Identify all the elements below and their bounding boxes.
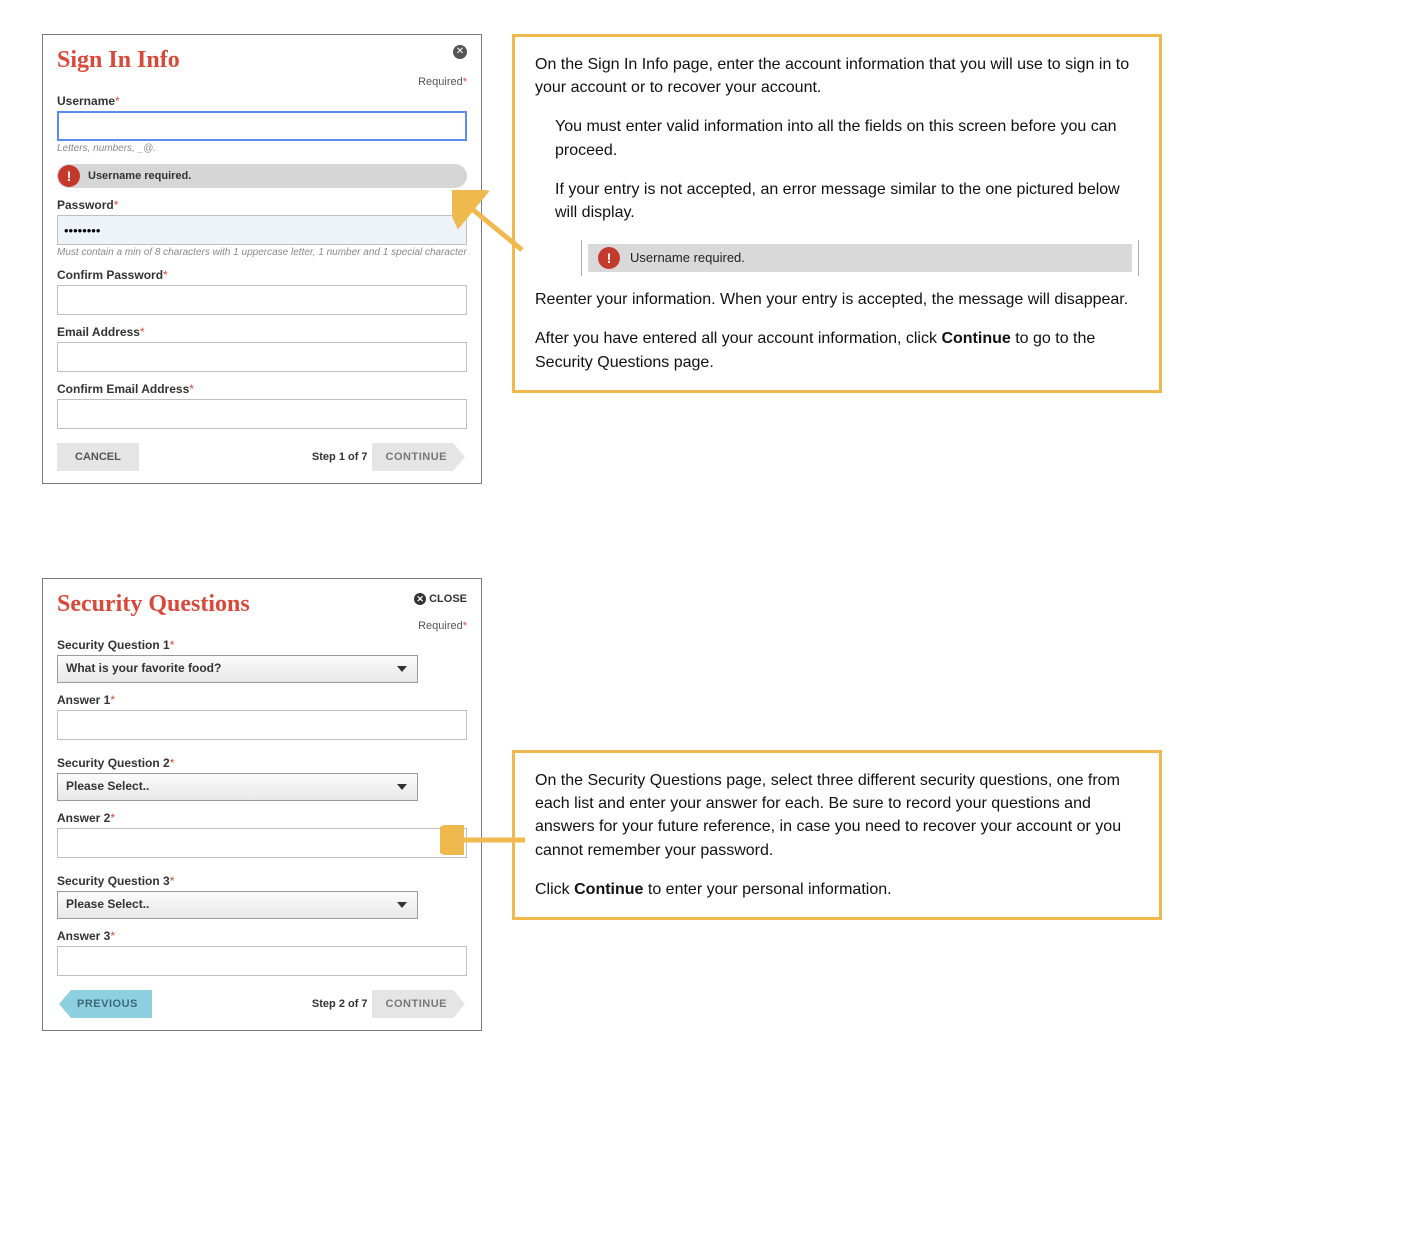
q1-label: Security Question 1* bbox=[57, 638, 467, 652]
q3-selected-text: Please Select.. bbox=[66, 897, 149, 911]
username-input[interactable] bbox=[57, 111, 467, 141]
a1-input[interactable] bbox=[57, 710, 467, 740]
email-input[interactable] bbox=[57, 342, 467, 372]
step-indicator-sq: Step 2 of 7 bbox=[312, 998, 368, 1010]
callout2-p2: Click Continue to enter your personal in… bbox=[535, 878, 1139, 901]
a2-label: Answer 2* bbox=[57, 811, 467, 825]
continue-button-sq[interactable]: CONTINUE bbox=[372, 990, 453, 1018]
a3-input[interactable] bbox=[57, 946, 467, 976]
security-questions-panel: ✕CLOSE Security Questions Required* Secu… bbox=[42, 578, 482, 1031]
signin-panel: ✕ Sign In Info Required* Username* Lette… bbox=[42, 34, 482, 484]
username-label: Username* bbox=[57, 94, 467, 108]
previous-button[interactable]: PREVIOUS bbox=[71, 990, 152, 1018]
username-hint: Letters, numbers, _@. bbox=[57, 143, 467, 154]
email-label: Email Address* bbox=[57, 325, 467, 339]
error-icon: ! bbox=[58, 165, 80, 187]
chevron-down-icon bbox=[397, 666, 407, 672]
chevron-down-icon bbox=[397, 784, 407, 790]
username-error-banner: ! Username required. bbox=[57, 164, 467, 188]
chevron-down-icon bbox=[397, 902, 407, 908]
confirm-email-input[interactable] bbox=[57, 399, 467, 429]
required-text-sq: Required bbox=[418, 620, 463, 632]
callout2-p1: On the Security Questions page, select t… bbox=[535, 769, 1139, 862]
q2-label: Security Question 2* bbox=[57, 756, 467, 770]
cancel-button[interactable]: CANCEL bbox=[57, 443, 139, 471]
q3-label: Security Question 3* bbox=[57, 874, 467, 888]
q2-select[interactable]: Please Select.. bbox=[57, 773, 418, 801]
sq-title: Security Questions bbox=[57, 591, 467, 618]
confirm-password-input[interactable] bbox=[57, 285, 467, 315]
error-example: ! Username required. bbox=[581, 240, 1139, 276]
required-text: Required bbox=[418, 76, 463, 88]
q2-selected-text: Please Select.. bbox=[66, 779, 149, 793]
password-label: Password* bbox=[57, 198, 467, 212]
pointer-arrow-icon bbox=[440, 825, 530, 855]
signin-title: Sign In Info bbox=[57, 47, 467, 74]
a3-label: Answer 3* bbox=[57, 929, 467, 943]
confirm-email-label: Confirm Email Address* bbox=[57, 382, 467, 396]
required-note-sq: Required* bbox=[57, 620, 467, 632]
close-icon[interactable]: ✕ bbox=[453, 45, 467, 59]
error-example-text: Username required. bbox=[630, 249, 745, 268]
callout1-p4: Reenter your information. When your entr… bbox=[535, 288, 1139, 311]
a2-input[interactable] bbox=[57, 828, 467, 858]
instruction-callout-sq: On the Security Questions page, select t… bbox=[512, 750, 1162, 920]
callout1-p5: After you have entered all your account … bbox=[535, 327, 1139, 373]
callout1-p3: If your entry is not accepted, an error … bbox=[555, 178, 1139, 224]
callout1-p1: On the Sign In Info page, enter the acco… bbox=[535, 53, 1139, 99]
username-error-text: Username required. bbox=[88, 170, 191, 182]
instruction-callout-signin: On the Sign In Info page, enter the acco… bbox=[512, 34, 1162, 393]
q1-selected-text: What is your favorite food? bbox=[66, 661, 221, 675]
close-button[interactable]: ✕CLOSE bbox=[414, 593, 467, 605]
callout1-p2: You must enter valid information into al… bbox=[555, 115, 1139, 161]
password-hint: Must contain a min of 8 characters with … bbox=[57, 247, 467, 258]
error-icon: ! bbox=[598, 247, 620, 269]
q3-select[interactable]: Please Select.. bbox=[57, 891, 418, 919]
a1-label: Answer 1* bbox=[57, 693, 467, 707]
close-icon: ✕ bbox=[414, 593, 426, 605]
step-indicator: Step 1 of 7 bbox=[312, 451, 368, 463]
confirm-password-label: Confirm Password* bbox=[57, 268, 467, 282]
pointer-arrow-icon bbox=[452, 190, 532, 260]
continue-button[interactable]: CONTINUE bbox=[372, 443, 453, 471]
required-note: Required* bbox=[57, 76, 467, 88]
password-input[interactable] bbox=[57, 215, 467, 245]
q1-select[interactable]: What is your favorite food? bbox=[57, 655, 418, 683]
